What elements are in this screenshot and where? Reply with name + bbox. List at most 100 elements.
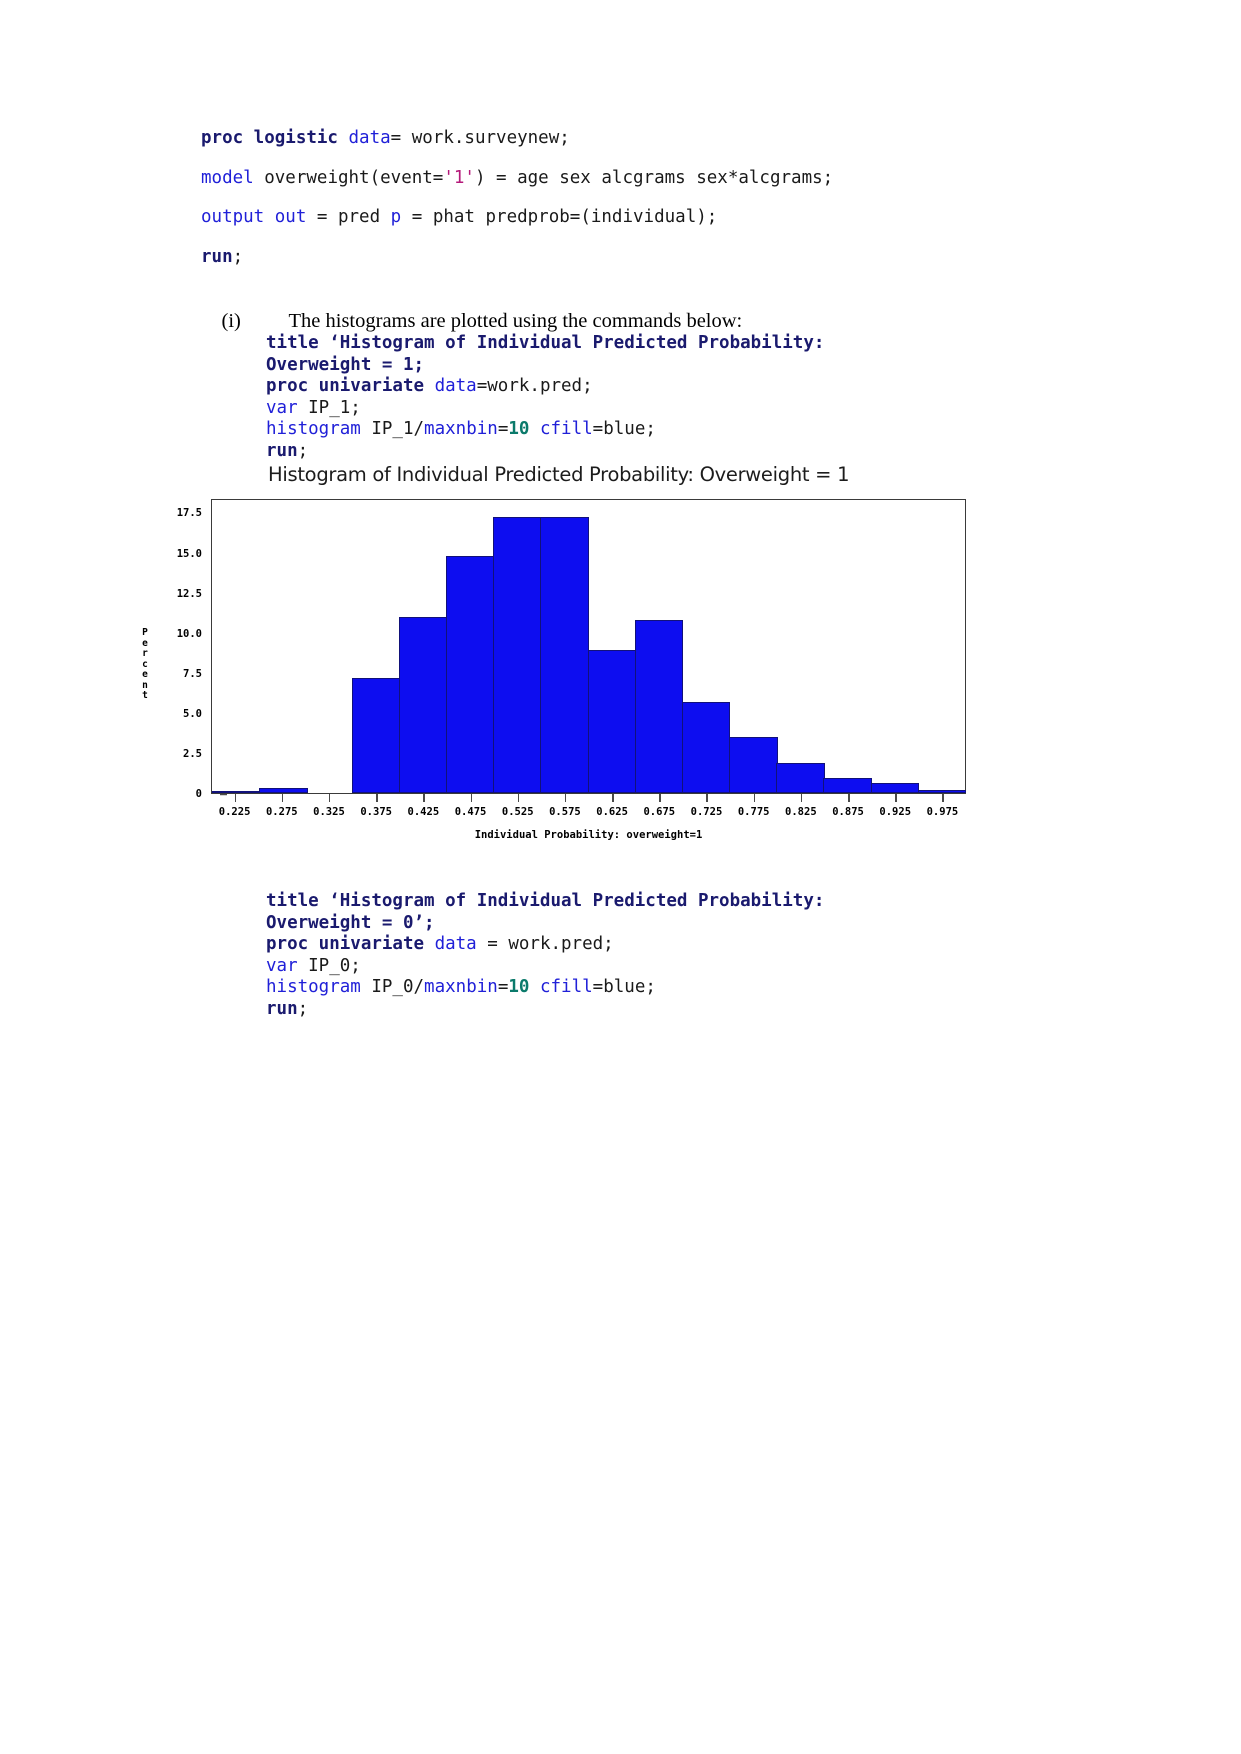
- histogram-bar: [259, 788, 308, 793]
- code-line: title ‘Histogram of Individual Predicted…: [266, 891, 966, 913]
- code-token: Overweight = 0’;: [266, 912, 435, 933]
- code-token: = phat predprob=(individual);: [401, 207, 718, 228]
- code-token: =work.pred;: [476, 376, 593, 397]
- y-axis-tick-label: 17.5: [176, 507, 202, 520]
- histogram-chart: Histogram of Individual Predicted Probab…: [138, 463, 978, 888]
- x-axis-tick-label: 0.925: [879, 806, 912, 818]
- y-axis-label-char: P: [142, 627, 148, 638]
- code-token: p: [390, 207, 402, 228]
- code-token: ;: [297, 440, 309, 461]
- x-axis-tick-label: 0.325: [313, 806, 345, 818]
- histogram-bars: [212, 500, 967, 793]
- x-axis-tickmark: [517, 794, 520, 802]
- y-axis-tick-label: 7.5: [183, 667, 202, 680]
- x-axis-tickmark: [423, 794, 425, 802]
- code-line: proc univariate data=work.pred;: [266, 376, 966, 398]
- code-token: histogram: [266, 977, 361, 998]
- histogram-bar: [587, 650, 637, 793]
- code-line: model overweight(event='1') = age sex al…: [201, 168, 961, 189]
- x-axis-tick-label: 0.575: [549, 806, 581, 818]
- code-token: IP_0;: [297, 955, 361, 976]
- y-axis-tick-label: 15.0: [176, 547, 202, 560]
- x-axis-tick-labels: 0.225 0.275 0.325 0.375 0.425 0.475 0.525 0.575…: [211, 806, 966, 822]
- histogram-bar: [540, 517, 589, 793]
- code-token: proc univariate: [266, 376, 435, 397]
- code-line: histogram IP_1/maxnbin=10 cfill=blue;: [266, 419, 966, 441]
- x-axis-tickmark: [376, 794, 378, 802]
- x-axis-tickmark: [753, 794, 756, 802]
- x-axis-tick-label: 0.775: [737, 806, 770, 818]
- x-axis-tickmark: [612, 794, 614, 802]
- code-token: model: [201, 167, 254, 188]
- code-token: ;: [232, 246, 244, 267]
- code-token: cfill: [539, 977, 593, 998]
- x-axis-tickmark: [706, 794, 708, 802]
- code-line: output out = pred p = phat predprob=(ind…: [201, 207, 961, 228]
- code-token: output: [201, 207, 265, 228]
- code-line: histogram IP_0/maxnbin=10 cfill=blue;: [266, 977, 966, 999]
- list-marker: (i): [221, 309, 241, 332]
- code-token: proc logistic: [201, 128, 349, 148]
- code-token: IP_1/: [360, 419, 425, 440]
- histogram-bar: [681, 701, 731, 793]
- code-token: IP_0/: [360, 977, 425, 998]
- x-axis-tick-label: 0.475: [454, 806, 487, 818]
- x-axis-tickmark: [470, 794, 473, 802]
- code-token: '1': [443, 167, 475, 188]
- y-axis-tick-label: 12.5: [176, 587, 202, 600]
- code-token: title ‘Histogram of Individual Predicted…: [266, 891, 825, 911]
- x-axis-tick-label: 0.225: [218, 806, 251, 818]
- x-axis-tickmark: [659, 794, 661, 802]
- code-token: data: [434, 934, 477, 955]
- sas-code-block-top: proc logistic data= work.surveynew; model…: [201, 128, 961, 287]
- code-token: = work.pred;: [476, 934, 614, 955]
- document-page: proc logistic data= work.surveynew; model…: [0, 0, 1241, 1754]
- y-axis-label-char: t: [142, 690, 148, 701]
- x-axis-tickmark: [328, 794, 331, 802]
- code-token: proc univariate: [266, 934, 435, 955]
- code-token: title ‘Histogram of Individual Predicted…: [266, 333, 825, 353]
- x-axis-tick-label: 0.875: [832, 806, 864, 818]
- code-token: histogram: [266, 419, 361, 440]
- histogram-bar: [634, 619, 684, 793]
- code-token: = work.surveynew;: [390, 128, 570, 148]
- y-axis-ticks: 0 2.5 5.0 7.5 10.0 12.5 15.0 17.5: [154, 499, 227, 800]
- code-token: =: [497, 419, 509, 440]
- code-token: data: [348, 128, 391, 148]
- code-token: cfill: [539, 419, 593, 440]
- x-axis-tick-label: 0.375: [360, 806, 392, 818]
- code-token: ) = age sex alcgrams sex*alcgrams;: [474, 167, 834, 188]
- histogram-bar: [445, 555, 495, 793]
- x-axis-tick-label: 0.975: [926, 806, 959, 818]
- histogram-bar: [351, 677, 401, 793]
- paragraph-text: The histograms are plotted using the com…: [288, 309, 743, 332]
- x-axis-tick-label: 0.425: [407, 806, 440, 818]
- histogram-bar: [776, 762, 825, 793]
- code-line: Overweight = 0’;: [266, 913, 966, 935]
- chart-title: Histogram of Individual Predicted Probab…: [268, 463, 850, 486]
- code-token: =: [497, 977, 509, 998]
- code-line: run;: [266, 441, 966, 463]
- histogram-bar: [870, 783, 920, 793]
- y-axis-label-char: r: [142, 648, 148, 659]
- code-token: =blue;: [592, 977, 656, 998]
- y-axis-label: Percent: [138, 627, 152, 702]
- code-line: proc univariate data = work.pred;: [266, 934, 966, 956]
- y-axis-tick-label: 5.0: [183, 707, 202, 720]
- x-axis-tickmark: [942, 794, 944, 802]
- histogram-bar: [398, 616, 448, 793]
- y-axis-tick-label: 10.0: [176, 627, 202, 640]
- code-line: proc logistic data= work.surveynew;: [201, 128, 961, 149]
- x-axis-tick-label: 0.825: [785, 806, 817, 818]
- code-token: maxnbin: [424, 977, 498, 998]
- x-axis-tick-label: 0.625: [596, 806, 628, 818]
- code-token: overweight(event=: [253, 167, 444, 188]
- code-line: title ‘Histogram of Individual Predicted…: [266, 333, 966, 355]
- code-line: Overweight = 1;: [266, 355, 966, 377]
- code-token: = pred: [306, 207, 391, 228]
- sas-code-block-histogram-0: title ‘Histogram of Individual Predicted…: [266, 891, 966, 1020]
- x-axis-tickmark: [800, 794, 803, 802]
